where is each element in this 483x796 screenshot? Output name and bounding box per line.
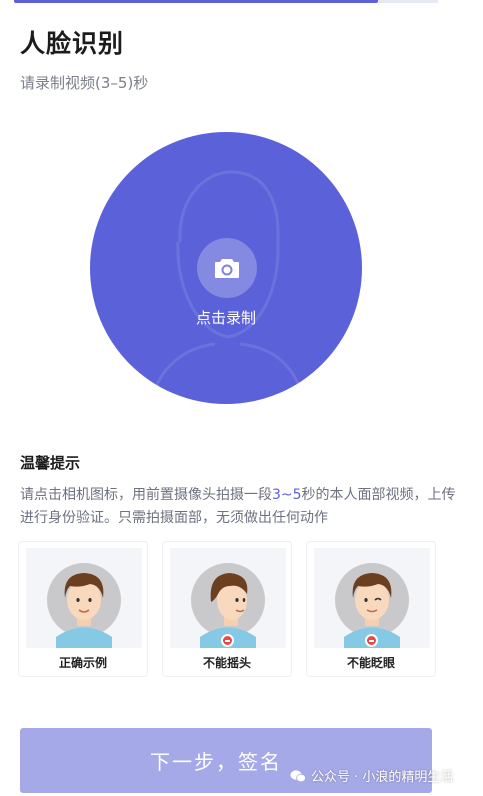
wechat-icon xyxy=(290,769,306,782)
example-card-no-shaking: 不能摇头 xyxy=(162,541,292,677)
example-image xyxy=(170,548,286,648)
watermark-text: 公众号 · 小浪的精明生活 xyxy=(311,770,454,785)
example-caption: 不能眨眼 xyxy=(346,656,395,670)
progress-bar-track xyxy=(378,0,438,3)
face-recognition-page: 人脸识别 请录制视频(3–5)秒 点击录制 温馨提示 请点击相机图标，用前置摄像… xyxy=(0,0,483,796)
face-example-icon xyxy=(47,563,121,648)
camera-icon[interactable] xyxy=(197,238,257,298)
tips-duration-highlight: 3~5 xyxy=(272,487,302,503)
examples-list: 正确示例 不能摇头 不能眨眼 xyxy=(18,541,436,677)
face-turned-icon xyxy=(191,563,265,648)
example-image xyxy=(26,548,142,648)
record-label: 点击录制 xyxy=(195,309,256,327)
progress-bar xyxy=(14,0,378,3)
example-caption: 不能摇头 xyxy=(202,656,251,670)
not-allowed-icon xyxy=(365,634,378,647)
watermark: 公众号 · 小浪的精明生活 xyxy=(290,766,453,785)
example-card-correct: 正确示例 xyxy=(18,541,148,677)
record-video-button[interactable]: 点击录制 xyxy=(90,132,362,404)
tips-text: 请点击相机图标，用前置摄像头拍摄一段3~5秒的本人面部视频，上传进行身份验证。只… xyxy=(20,484,460,530)
tips-title: 温馨提示 xyxy=(20,454,81,472)
page-subtitle: 请录制视频(3–5)秒 xyxy=(20,74,149,92)
example-image xyxy=(314,548,430,648)
tips-text-part: 请点击相机图标，用前置摄像头拍摄一段 xyxy=(20,487,272,503)
face-winking-icon xyxy=(335,563,409,648)
example-card-no-blinking: 不能眨眼 xyxy=(306,541,436,677)
page-title: 人脸识别 xyxy=(20,29,125,58)
example-caption: 正确示例 xyxy=(58,656,107,670)
not-allowed-icon xyxy=(221,634,234,647)
